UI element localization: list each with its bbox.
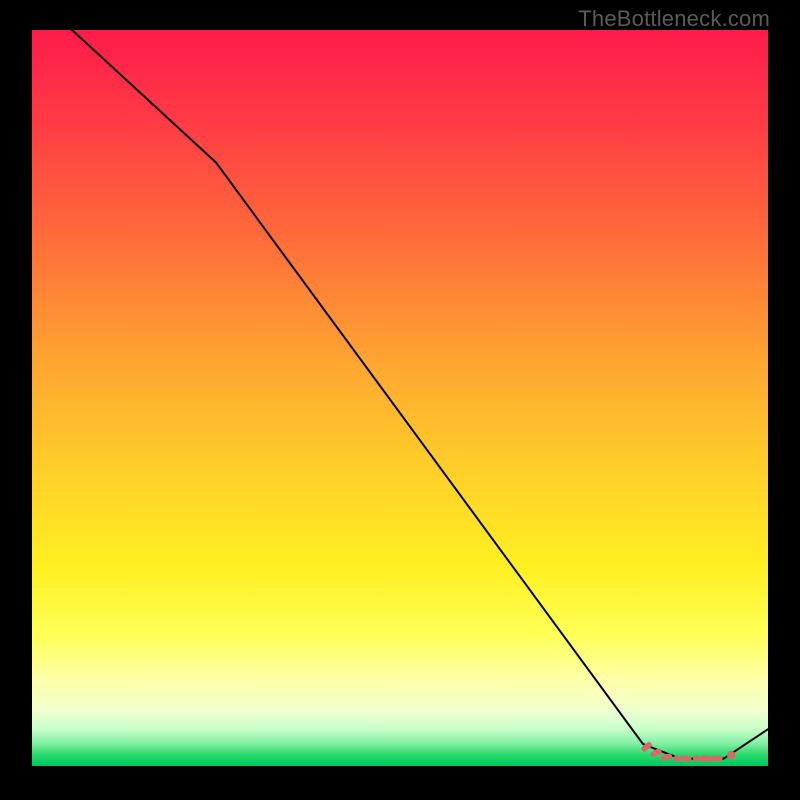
valley-dash xyxy=(680,756,692,762)
plot-area xyxy=(32,30,768,766)
valley-dash xyxy=(673,756,680,762)
watermark-text: TheBottleneck.com xyxy=(578,6,770,32)
valley-dash xyxy=(711,756,723,762)
marker-group xyxy=(640,741,735,762)
chart-stage: TheBottleneck.com xyxy=(0,0,800,800)
valley-dash xyxy=(700,756,712,762)
bottleneck-curve xyxy=(32,0,768,759)
valley-dash xyxy=(660,753,673,761)
valley-dot xyxy=(727,751,735,759)
chart-svg xyxy=(32,30,768,766)
valley-dash xyxy=(693,756,700,762)
